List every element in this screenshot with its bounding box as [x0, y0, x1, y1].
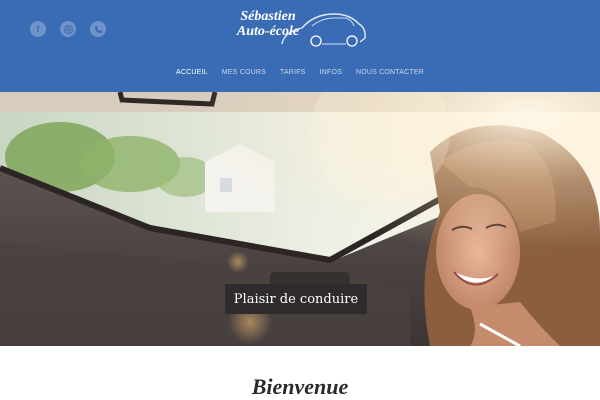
nav-item-mes-cours[interactable]: MES COURS	[222, 69, 266, 76]
logo-text: Sébastien Auto-école	[228, 9, 308, 39]
instagram-glyph	[63, 24, 73, 34]
logo-line-2: Auto-école	[236, 24, 300, 39]
instagram-icon[interactable]	[60, 21, 76, 37]
main-nav: ACCUEIL MES COURS TARIFS INFOS NOUS CONT…	[0, 69, 600, 76]
nav-item-nous-contacter[interactable]: NOUS CONTACTER	[356, 69, 424, 76]
logo-line-1: Sébastien	[240, 9, 296, 24]
hero-caption: Plaisir de conduire	[225, 284, 367, 314]
site-header: f Sébastien Auto-école ACCUEIL MES COURS…	[0, 0, 600, 92]
nav-item-tarifs[interactable]: TARIFS	[280, 69, 306, 76]
facebook-glyph: f	[36, 24, 40, 34]
welcome-heading: Bienvenue	[251, 374, 349, 399]
nav-item-infos[interactable]: INFOS	[320, 69, 342, 76]
site-logo[interactable]: Sébastien Auto-école	[226, 8, 368, 50]
social-links: f	[30, 21, 106, 37]
phone-glyph	[94, 25, 102, 33]
nav-item-accueil[interactable]: ACCUEIL	[176, 69, 208, 76]
phone-icon[interactable]	[90, 21, 106, 37]
facebook-icon[interactable]: f	[30, 21, 46, 37]
